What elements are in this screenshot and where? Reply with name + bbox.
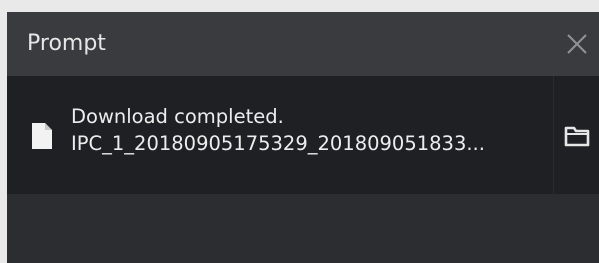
open-folder-button[interactable] xyxy=(564,125,590,147)
close-icon xyxy=(567,34,587,54)
document-icon xyxy=(31,122,53,150)
divider xyxy=(553,76,554,194)
folder-icon xyxy=(564,126,590,147)
download-message: Download completed. IPC_1_20180905175329… xyxy=(71,103,549,157)
download-status-text: Download completed. xyxy=(71,105,284,128)
download-item: Download completed. IPC_1_20180905175329… xyxy=(7,76,599,194)
download-filename: IPC_1_20180905175329_201809051833... xyxy=(71,132,485,155)
prompt-dialog: Prompt Download completed. IPC_1_2018090… xyxy=(7,12,599,263)
dialog-titlebar: Prompt xyxy=(7,12,599,76)
dialog-title: Prompt xyxy=(27,31,106,56)
close-button[interactable] xyxy=(565,32,589,56)
